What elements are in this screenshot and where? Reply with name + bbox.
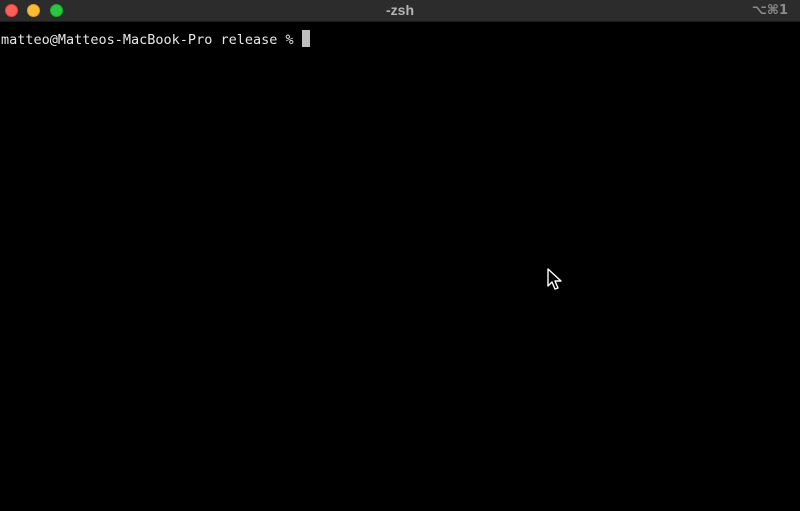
terminal-content[interactable]: matteo@Matteos-MacBook-Pro release % — [0, 22, 800, 511]
text-cursor — [301, 30, 310, 47]
title-bar[interactable]: -zsh ⌥⌘1 — [0, 0, 800, 22]
arrow-pointer-icon — [547, 268, 562, 290]
terminal-window: -zsh ⌥⌘1 matteo@Matteos-MacBook-Pro rele… — [0, 0, 800, 511]
prompt-line[interactable]: matteo@Matteos-MacBook-Pro release % — [1, 30, 310, 48]
window-title: -zsh — [386, 2, 414, 18]
prompt-text: matteo@Matteos-MacBook-Pro release % — [1, 32, 294, 48]
window-shortcut: ⌥⌘1 — [751, 3, 788, 18]
